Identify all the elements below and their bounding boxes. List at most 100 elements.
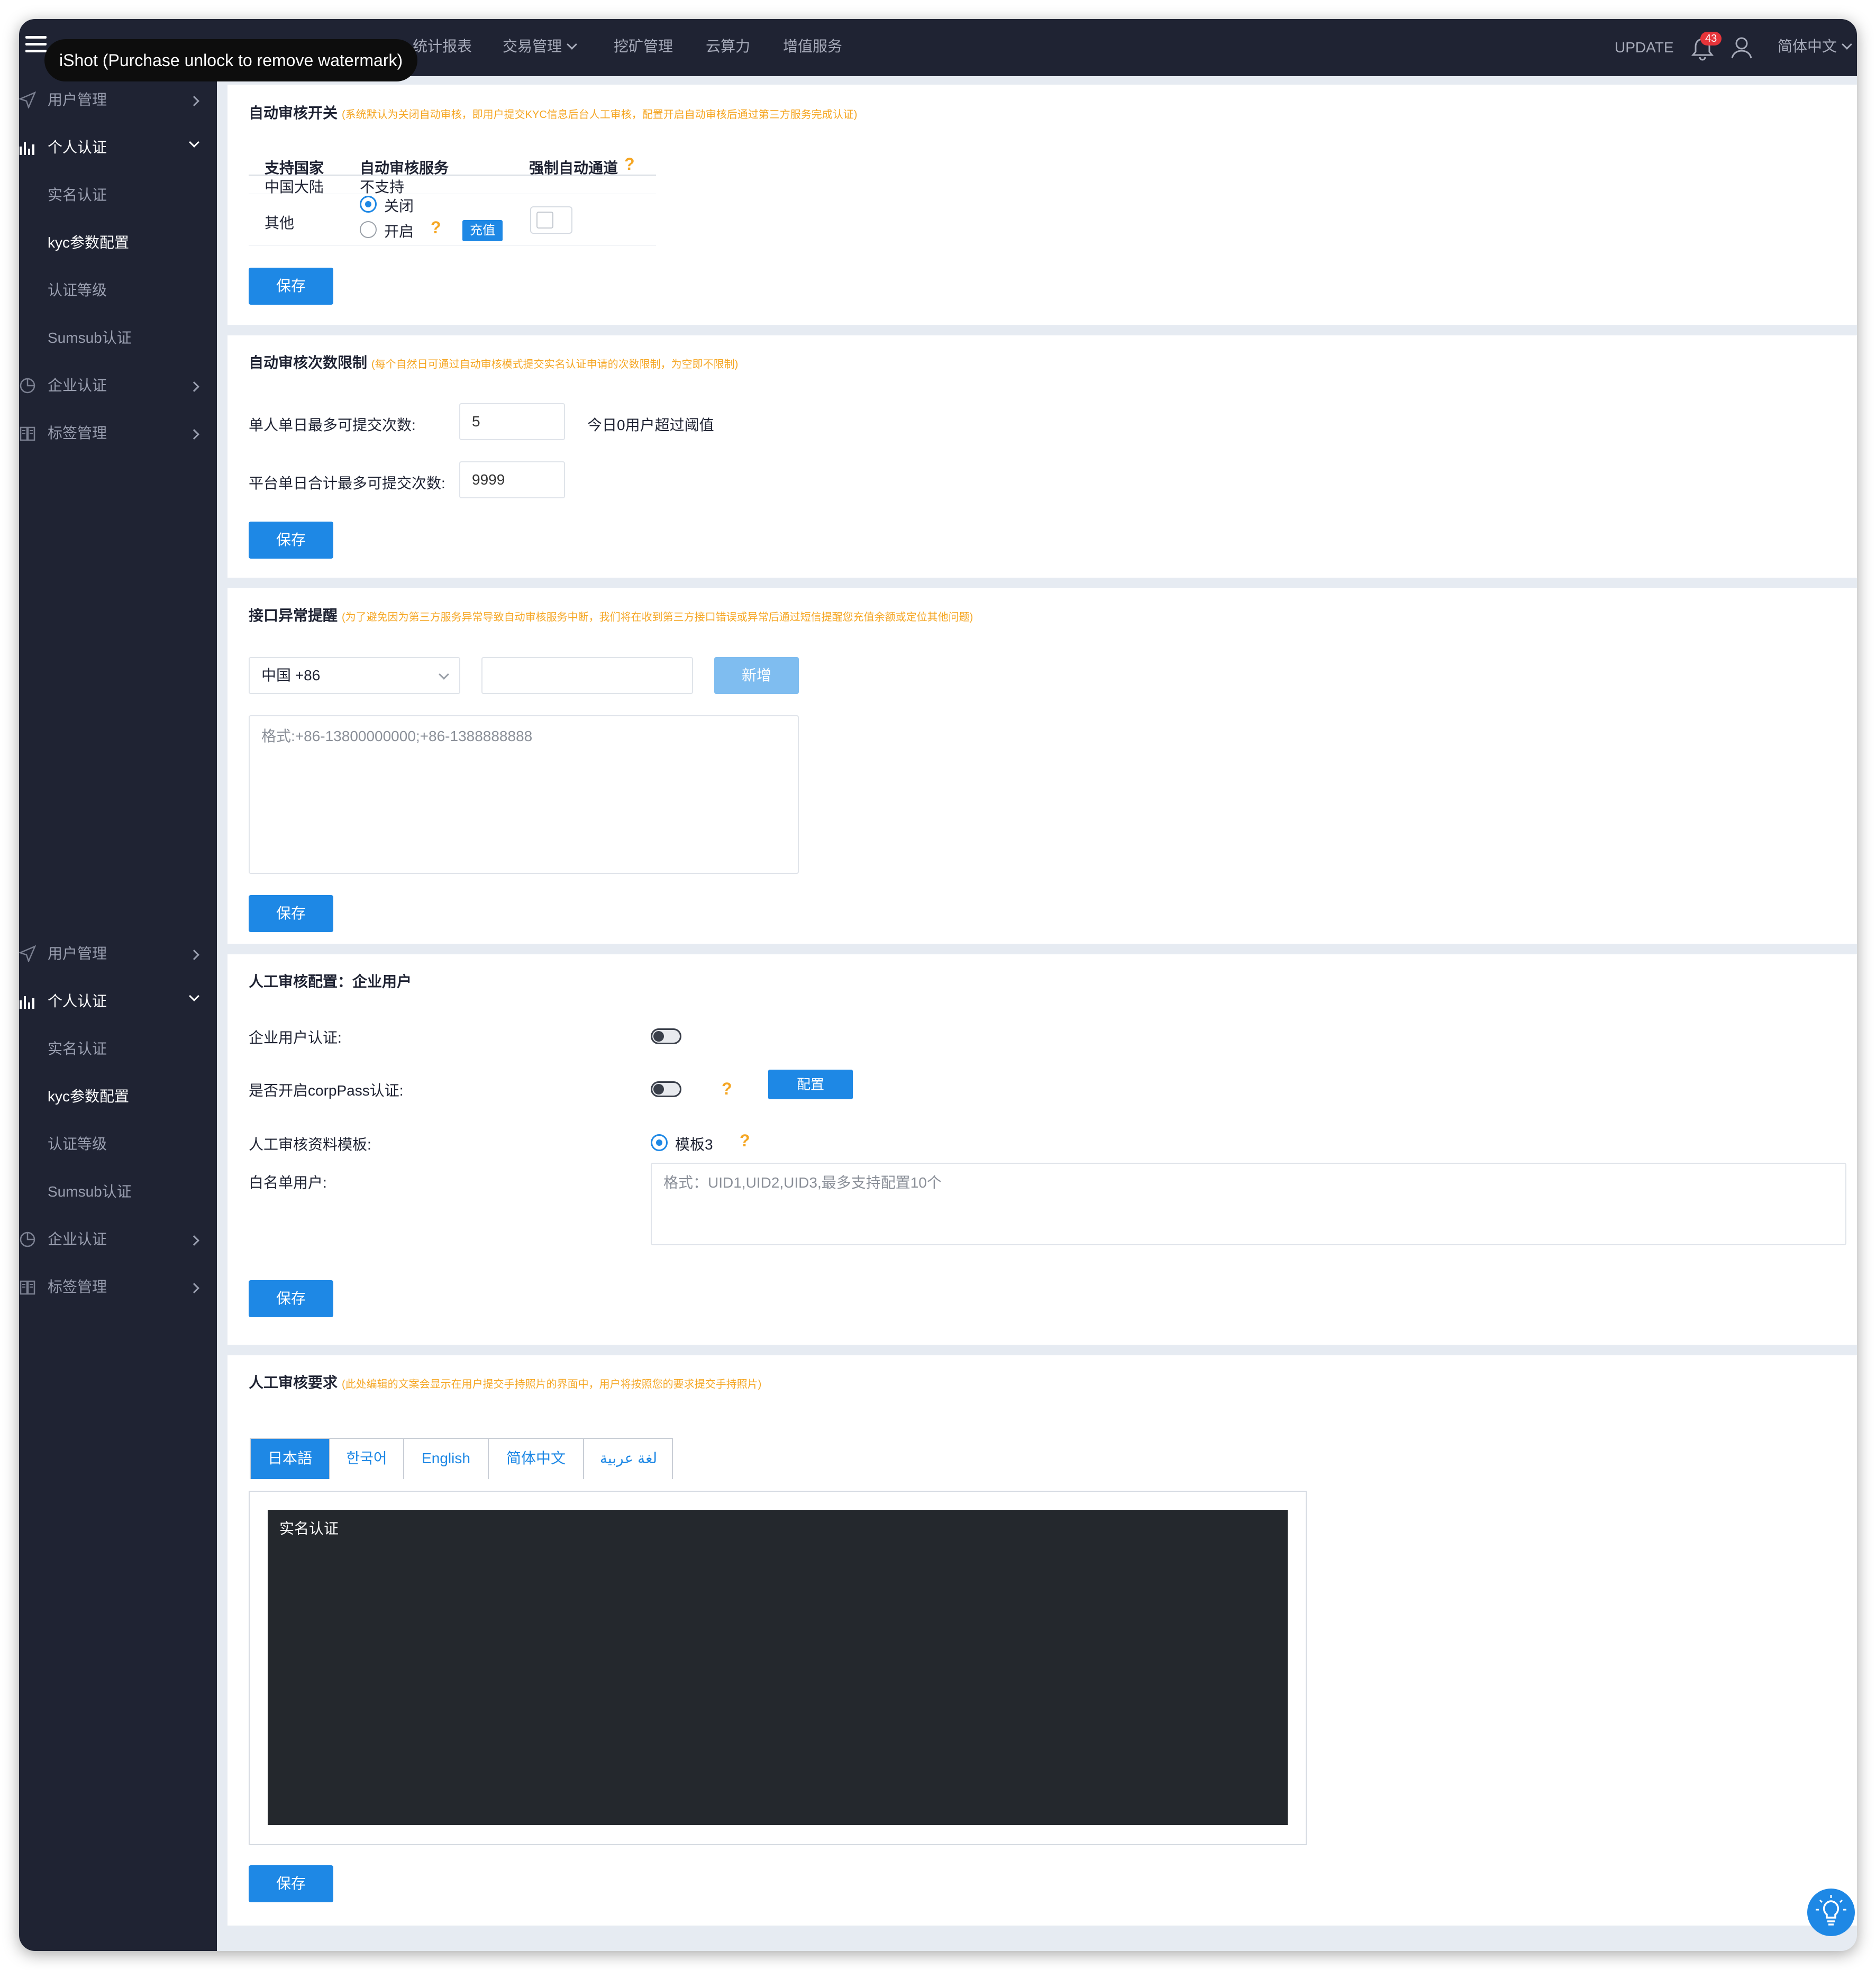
platform-input[interactable]: 9999 bbox=[459, 461, 565, 498]
card-review-requirement: 人工审核要求 (此处编辑的文案会显示在用户提交手持照片的界面中，用户将按照您的要求… bbox=[227, 1355, 1857, 1926]
sidebar-sub-real-name[interactable]: 实名认证 bbox=[48, 171, 206, 219]
corppass-toggle[interactable] bbox=[651, 1081, 681, 1097]
sidebar-item-tags[interactable]: 标签管理 bbox=[19, 409, 217, 457]
config-button[interactable]: 配置 bbox=[768, 1070, 853, 1099]
save-button[interactable]: 保存 bbox=[249, 522, 333, 559]
per-user-label: 单人单日最多可提交次数: bbox=[249, 417, 416, 433]
sidebar-item-enterprise[interactable]: 企业认证 bbox=[19, 362, 217, 409]
language-label: 简体中文 bbox=[1778, 38, 1837, 54]
sidebar-sub-sumsub[interactable]: Sumsub认证 bbox=[48, 314, 206, 362]
book-icon bbox=[20, 426, 35, 441]
sidebar-repeat: 用户管理 个人认证 实名认证 kyc参数配置 认证等级 Sumsub认证 企业认… bbox=[19, 901, 217, 1951]
menu-icon[interactable] bbox=[25, 36, 47, 57]
card-api-alert: 接口异常提醒 (为了避免因为第三方服务异常导致自动审核服务中断，我们将在收到第三方… bbox=[227, 588, 1857, 944]
language-selector[interactable]: 简体中文 bbox=[1778, 35, 1852, 58]
sidebar-sub-kyc-level[interactable]: 认证等级 bbox=[48, 267, 206, 314]
notification-badge: 43 bbox=[1700, 32, 1722, 45]
sidebar-item-tags[interactable]: 标签管理 bbox=[19, 1263, 217, 1311]
sidebar-item-personal-kyc[interactable]: 个人认证 bbox=[19, 978, 217, 1025]
sidebar-sub-kyc-config[interactable]: kyc参数配置 bbox=[48, 219, 206, 267]
question-icon[interactable]: ? bbox=[431, 218, 441, 238]
chevron-right-icon bbox=[189, 409, 199, 457]
tab-arabic[interactable]: لغة عربية bbox=[584, 1439, 673, 1479]
radio-off[interactable] bbox=[360, 196, 377, 213]
section-note: (此处编辑的文案会显示在用户提交手持照片的界面中，用户将按照您的要求提交手持照片… bbox=[342, 1379, 762, 1390]
radio-on-label: 开启 bbox=[384, 223, 414, 240]
phone-input[interactable] bbox=[481, 657, 693, 694]
sidebar-item-label: 用户管理 bbox=[48, 92, 107, 108]
update-link[interactable]: UPDATE bbox=[1615, 37, 1674, 58]
sidebar-item-label: 标签管理 bbox=[48, 425, 107, 441]
card-auto-review: 自动审核开关 (系统默认为关闭自动审核，即用户提交KYC信息后台人工审核，配置开启… bbox=[227, 85, 1857, 325]
enterprise-toggle-label: 企业用户认证: bbox=[249, 1029, 342, 1046]
question-icon[interactable]: ? bbox=[740, 1131, 750, 1151]
sidebar-item-label: 个人认证 bbox=[48, 993, 107, 1009]
nav-item-trade[interactable]: 交易管理 bbox=[503, 35, 577, 58]
bar-chart-icon bbox=[20, 142, 34, 155]
save-button[interactable]: 保存 bbox=[249, 895, 333, 932]
card-manual-review: 人工审核配置：企业用户 企业用户认证: 是否开启corpPass认证: ? 配置… bbox=[227, 954, 1857, 1345]
nav-item-reports[interactable]: 统计报表 bbox=[413, 35, 472, 58]
row-country: 其他 bbox=[265, 215, 295, 231]
lightbulb-icon bbox=[1816, 1895, 1846, 1926]
chevron-right-icon bbox=[189, 362, 199, 409]
requirement-editor[interactable]: 实名认证 bbox=[268, 1510, 1288, 1825]
save-button[interactable]: 保存 bbox=[249, 268, 333, 305]
sidebar-item-user-mgmt[interactable]: 用户管理 bbox=[19, 76, 217, 124]
title-text: 人工审核要求 bbox=[249, 1374, 338, 1391]
section-note: (为了避免因为第三方服务异常导致自动审核服务中断，我们将在收到第三方接口错误或异… bbox=[342, 612, 973, 623]
tab-english[interactable]: English bbox=[404, 1439, 489, 1479]
tab-japanese[interactable]: 日本語 bbox=[251, 1439, 330, 1479]
nav-label: 交易管理 bbox=[503, 38, 562, 54]
enterprise-toggle[interactable] bbox=[651, 1028, 681, 1044]
chevron-right-icon bbox=[189, 1216, 199, 1263]
nav-item-value-added[interactable]: 增值服务 bbox=[783, 35, 842, 58]
sidebar-sub-kyc-config[interactable]: kyc参数配置 bbox=[48, 1073, 206, 1120]
table-divider bbox=[249, 245, 656, 246]
sidebar-item-user-mgmt[interactable]: 用户管理 bbox=[19, 930, 217, 978]
sidebar-item-label: 标签管理 bbox=[48, 1279, 107, 1295]
help-button[interactable] bbox=[1807, 1889, 1855, 1936]
sidebar-item-label: 用户管理 bbox=[48, 945, 107, 962]
watermark-banner: iShot (Purchase unlock to remove waterma… bbox=[44, 39, 418, 81]
section-note: (每个自然日可通过自动审核模式提交实名认证申请的次数限制，为空即不限制) bbox=[371, 359, 739, 370]
nav-label: 增值服务 bbox=[783, 38, 843, 54]
chevron-down-icon bbox=[567, 39, 577, 50]
exceed-text: 今日0用户超过阈值 bbox=[587, 417, 714, 433]
sidebar-sub-sumsub[interactable]: Sumsub认证 bbox=[48, 1168, 206, 1216]
sidebar-item-personal-kyc[interactable]: 个人认证 bbox=[19, 124, 217, 171]
tab-korean[interactable]: 한국어 bbox=[330, 1439, 404, 1479]
corppass-label: 是否开启corpPass认证: bbox=[249, 1082, 404, 1099]
force-checkbox[interactable] bbox=[530, 206, 572, 234]
whitelist-textarea[interactable]: 格式：UID1,UID2,UID3,最多支持配置10个 bbox=[651, 1163, 1846, 1245]
recharge-button[interactable]: 充值 bbox=[462, 220, 503, 241]
book-icon bbox=[20, 1280, 35, 1295]
save-button[interactable]: 保存 bbox=[249, 1865, 333, 1902]
radio-on[interactable] bbox=[360, 221, 377, 238]
save-button[interactable]: 保存 bbox=[249, 1280, 333, 1317]
country-code-select[interactable]: 中国 +86 bbox=[249, 657, 460, 694]
tab-chinese[interactable]: 简体中文 bbox=[489, 1439, 584, 1479]
per-user-input[interactable]: 5 bbox=[459, 403, 565, 440]
pie-icon bbox=[20, 378, 35, 394]
add-button[interactable]: 新增 bbox=[714, 657, 799, 694]
question-icon[interactable]: ? bbox=[722, 1079, 732, 1099]
select-value: 中国 +86 bbox=[261, 667, 321, 683]
section-note: (系统默认为关闭自动审核，即用户提交KYC信息后台人工审核，配置开启自动审核后通… bbox=[342, 109, 858, 121]
nav-item-mining[interactable]: 挖矿管理 bbox=[614, 35, 673, 58]
nav-item-cloud[interactable]: 云算力 bbox=[706, 35, 750, 58]
template-label: 人工审核资料模板: bbox=[249, 1136, 371, 1153]
phone-list-textarea[interactable]: 格式:+86-13800000000;+86-1388888888 bbox=[249, 715, 799, 874]
sidebar-item-enterprise[interactable]: 企业认证 bbox=[19, 1216, 217, 1263]
bar-chart-icon bbox=[20, 996, 34, 1009]
editor-panel: 实名认证 bbox=[249, 1491, 1307, 1845]
app-window: 统计报表 交易管理 挖矿管理 云算力 增值服务 UPDATE 43 简体中文 i… bbox=[19, 19, 1857, 1951]
nav-label: 挖矿管理 bbox=[614, 38, 673, 54]
sidebar-sub-real-name[interactable]: 实名认证 bbox=[48, 1025, 206, 1073]
template-radio[interactable] bbox=[651, 1134, 668, 1151]
sidebar: 用户管理 个人认证 实名认证 kyc参数配置 认证等级 Sumsub认证 企业认… bbox=[19, 76, 217, 901]
user-icon[interactable] bbox=[1730, 35, 1753, 60]
question-icon[interactable]: ? bbox=[624, 154, 635, 174]
language-tabs: 日本語 한국어 English 简体中文 لغة عربية bbox=[250, 1438, 673, 1479]
sidebar-sub-kyc-level[interactable]: 认证等级 bbox=[48, 1120, 206, 1168]
